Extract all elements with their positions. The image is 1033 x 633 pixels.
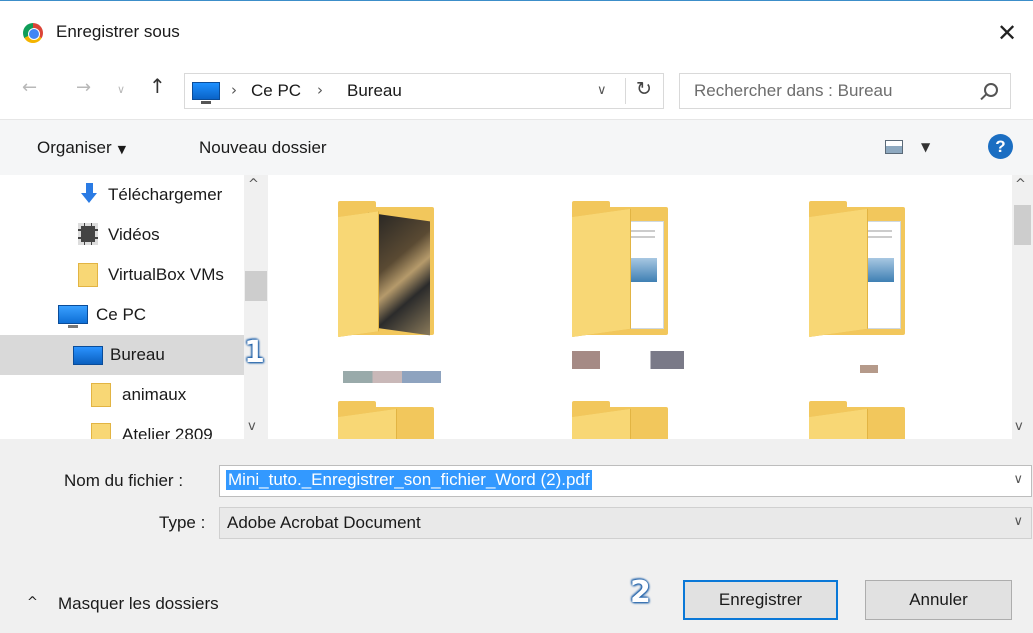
- recent-locations-button[interactable]: ∨: [117, 83, 125, 96]
- view-options-icon[interactable]: [885, 140, 903, 154]
- search-icon[interactable]: [984, 83, 998, 97]
- filename-label: Nom du fichier :: [64, 471, 184, 490]
- hide-folders-button[interactable]: Masquer les dossiers: [58, 594, 219, 614]
- up-button[interactable]: ↑: [149, 74, 166, 98]
- desktop-icon: [73, 346, 103, 365]
- title-bar: Enregistrer sous ✕: [0, 1, 1033, 63]
- tree-item-atelier[interactable]: Atelier 2809: [0, 415, 244, 439]
- tree-item-ce-pc[interactable]: Ce PC: [0, 295, 244, 335]
- filename-input-value[interactable]: Mini_tuto._Enregistrer_son_fichier_Word …: [226, 470, 592, 490]
- file-name-blurred: [343, 371, 441, 383]
- download-arrow-icon: [78, 183, 100, 205]
- chrome-icon: [23, 23, 43, 43]
- computer-icon: [58, 305, 88, 328]
- folder-item[interactable]: [809, 401, 905, 439]
- refresh-button[interactable]: ↻: [625, 78, 652, 104]
- address-bar[interactable]: › Ce PC › Bureau ∨ ↻: [184, 73, 664, 109]
- file-type-value: Adobe Acrobat Document: [227, 513, 421, 532]
- film-icon: [78, 223, 98, 245]
- file-name-blurred: [860, 365, 878, 373]
- tree-item-label: animaux: [122, 385, 187, 404]
- breadcrumb-separator[interactable]: ›: [231, 81, 237, 99]
- new-folder-button[interactable]: Nouveau dossier: [199, 138, 327, 158]
- tree-item-virtualbox[interactable]: VirtualBox VMs: [0, 255, 244, 295]
- file-name-blurred: [572, 351, 684, 369]
- save-as-dialog: Enregistrer sous ✕ ← → ∨ ↑ › Ce PC › Bur…: [0, 0, 1033, 633]
- scroll-thumb[interactable]: [245, 271, 267, 301]
- folder-item[interactable]: [572, 401, 668, 439]
- back-button[interactable]: ←: [22, 77, 37, 98]
- annotation-marker-2: 2: [630, 575, 651, 610]
- address-dropdown-button[interactable]: ∨: [597, 83, 607, 98]
- scroll-down-icon[interactable]: v: [1015, 419, 1023, 434]
- caret-down-icon: ▼: [117, 143, 127, 156]
- breadcrumb-ce-pc[interactable]: Ce PC: [251, 81, 301, 101]
- tree-item-label: Ce PC: [96, 305, 147, 324]
- chevron-down-icon[interactable]: ∨: [1013, 472, 1023, 487]
- tree-item-label: VirtualBox VMs: [108, 265, 224, 284]
- folder-icon: [91, 383, 111, 407]
- chevron-down-icon[interactable]: ∨: [1013, 514, 1023, 529]
- organize-menu-button[interactable]: Organiser ▼: [37, 138, 126, 158]
- scroll-down-icon[interactable]: v: [248, 419, 256, 434]
- chevron-up-icon[interactable]: ^: [27, 595, 38, 610]
- files-scrollbar[interactable]: ^ v: [1012, 175, 1033, 439]
- folder-item[interactable]: [338, 401, 434, 439]
- files-view: [268, 175, 1012, 439]
- file-type-select[interactable]: Adobe Acrobat Document ∨: [219, 507, 1032, 539]
- tree-item-label: Bureau: [110, 345, 165, 364]
- annotation-marker-1: 1: [244, 335, 265, 370]
- navigation-scrollbar[interactable]: ^ v: [244, 175, 268, 439]
- folder-item[interactable]: [809, 201, 905, 337]
- tree-item-label: Téléchargemer: [108, 185, 223, 204]
- forward-button[interactable]: →: [76, 77, 91, 98]
- search-input[interactable]: [694, 81, 964, 101]
- tree-item-downloads[interactable]: Téléchargemer: [0, 175, 244, 215]
- type-label: Type :: [159, 513, 206, 532]
- organize-label: Organiser: [37, 138, 112, 157]
- command-toolbar: Organiser ▼ Nouveau dossier ▼ ?: [0, 119, 1033, 175]
- desktop-icon: [192, 82, 220, 104]
- help-icon[interactable]: ?: [988, 134, 1013, 159]
- folder-icon: [78, 263, 98, 287]
- scroll-thumb[interactable]: [1014, 205, 1031, 245]
- scroll-up-icon[interactable]: ^: [1015, 177, 1026, 192]
- folder-item[interactable]: [572, 201, 668, 337]
- tree-item-animaux[interactable]: animaux: [0, 375, 244, 415]
- view-dropdown-button[interactable]: ▼: [921, 140, 930, 154]
- folder-icon: [91, 423, 111, 439]
- dialog-title: Enregistrer sous: [56, 22, 180, 41]
- scroll-up-icon[interactable]: ^: [248, 177, 259, 192]
- folder-item[interactable]: [338, 201, 434, 337]
- close-button[interactable]: ✕: [991, 17, 1023, 49]
- search-box[interactable]: [679, 73, 1011, 109]
- navigation-pane: Téléchargemer Vidéos VirtualBox VMs Ce P…: [0, 175, 268, 439]
- tree-item-bureau[interactable]: Bureau: [0, 335, 244, 375]
- breadcrumb-bureau[interactable]: Bureau: [347, 81, 402, 101]
- save-button[interactable]: Enregistrer: [683, 580, 838, 620]
- filename-field[interactable]: Mini_tuto._Enregistrer_son_fichier_Word …: [219, 465, 1032, 497]
- address-row: ← → ∨ ↑ › Ce PC › Bureau ∨ ↻: [0, 63, 1033, 119]
- tree-item-videos[interactable]: Vidéos: [0, 215, 244, 255]
- tree-item-label: Vidéos: [108, 225, 160, 244]
- breadcrumb-separator[interactable]: ›: [317, 81, 323, 99]
- cancel-button[interactable]: Annuler: [865, 580, 1012, 620]
- tree-item-label: Atelier 2809: [122, 425, 213, 439]
